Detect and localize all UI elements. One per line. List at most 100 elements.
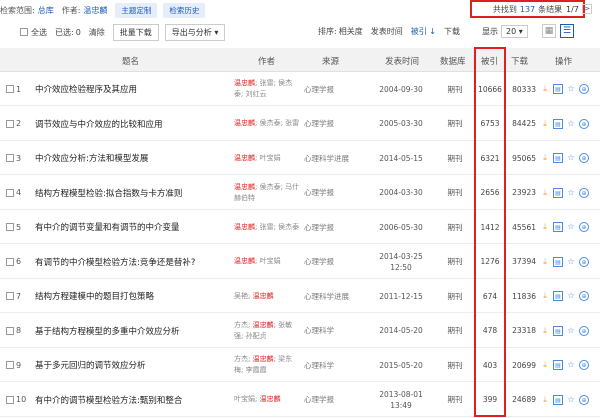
row-source-link[interactable]: 心理学报 (304, 176, 364, 210)
row-source-link[interactable]: 心理科学进展 (304, 279, 364, 313)
html-read-icon[interactable]: ▤ (553, 291, 563, 301)
author-highlight[interactable]: 温忠麟 (234, 183, 255, 191)
row-source-link[interactable]: 心理科学 (304, 314, 364, 348)
download-icon[interactable]: ⤓ (540, 326, 550, 336)
more-icon[interactable]: ⊕ (579, 256, 589, 267)
sort-cited[interactable]: 被引 ↓ (411, 26, 436, 37)
favorite-icon[interactable]: ☆ (566, 188, 576, 198)
row-cited-count[interactable]: 478 (475, 314, 505, 348)
select-all-control[interactable]: 全选 (20, 27, 55, 38)
author-highlight[interactable]: 温忠麟 (234, 257, 255, 265)
author-highlight[interactable]: 温忠麟 (234, 154, 255, 162)
more-icon[interactable]: ⊕ (579, 325, 589, 336)
search-history-button[interactable]: 检索历史 (163, 2, 206, 18)
row-cited-count[interactable]: 674 (475, 279, 505, 313)
html-read-icon[interactable]: ▤ (553, 118, 563, 129)
row-title-link[interactable]: 结构方程模型检验:拟合指数与卡方准则 (35, 176, 225, 210)
favorite-icon[interactable]: ☆ (566, 222, 576, 232)
more-icon[interactable]: ⊕ (579, 118, 589, 129)
row-title-link[interactable]: 中介效应检验程序及其应用 (35, 72, 225, 106)
author-highlight[interactable]: 温忠麟 (253, 355, 274, 363)
row-source-link[interactable]: 心理学报 (304, 383, 364, 417)
favorite-icon[interactable]: ☆ (566, 119, 576, 129)
row-cited-count[interactable]: 1412 (475, 210, 505, 244)
more-icon[interactable]: ⊕ (579, 222, 589, 232)
row-checkbox[interactable] (6, 119, 14, 128)
topic-custom-button[interactable]: 主题定制 (115, 2, 158, 18)
author-name[interactable]: 吴艳; (234, 292, 253, 300)
row-checkbox[interactable] (6, 223, 14, 231)
html-read-icon[interactable]: ▤ (553, 394, 563, 405)
row-checkbox[interactable] (6, 326, 14, 335)
author-highlight[interactable]: 温忠麟 (234, 79, 255, 87)
author-name[interactable]: 叶宝娟; (234, 395, 260, 403)
list-view-icon[interactable]: ☰ (560, 24, 574, 38)
batch-download-button[interactable]: 批量下载 (112, 23, 159, 41)
author-highlight[interactable]: 温忠麟 (260, 395, 281, 403)
author-highlight[interactable]: 温忠麟 (234, 223, 255, 231)
favorite-icon[interactable]: ☆ (566, 326, 576, 336)
row-title-link[interactable]: 基于多元回归的调节效应分析 (35, 348, 225, 382)
favorite-icon[interactable]: ☆ (566, 360, 576, 370)
row-cited-count[interactable]: 6753 (475, 107, 505, 141)
author-highlight[interactable]: 温忠麟 (234, 119, 255, 127)
row-cited-count[interactable]: 403 (475, 348, 505, 382)
row-checkbox[interactable] (6, 257, 14, 266)
row-checkbox[interactable] (6, 154, 14, 162)
sort-download[interactable]: 下载 (444, 26, 460, 37)
favorite-icon[interactable]: ☆ (566, 395, 576, 405)
author-highlight[interactable]: 温忠麟 (253, 321, 274, 329)
row-checkbox[interactable] (6, 292, 14, 300)
favorite-icon[interactable]: ☆ (566, 153, 576, 163)
download-icon[interactable]: ⤓ (540, 291, 550, 301)
row-title-link[interactable]: 有调节的中介模型检验方法:竞争还是替补? (35, 245, 225, 279)
next-page-icon[interactable]: > (581, 4, 592, 14)
scope-value[interactable]: 总库 (38, 5, 54, 16)
row-cited-count[interactable]: 6321 (475, 141, 505, 175)
more-icon[interactable]: ⊕ (579, 187, 589, 198)
row-source-link[interactable]: 心理科学 (304, 348, 364, 382)
row-source-link[interactable]: 心理学报 (304, 107, 364, 141)
row-cited-count[interactable]: 10666 (475, 72, 505, 106)
row-title-link[interactable]: 有中介的调节模型检验方法:甄别和整合 (35, 383, 225, 417)
favorite-icon[interactable]: ☆ (566, 257, 576, 267)
download-icon[interactable]: ⤓ (540, 153, 550, 163)
row-source-link[interactable]: 心理学报 (304, 245, 364, 279)
html-read-icon[interactable]: ▤ (553, 222, 563, 232)
row-title-link[interactable]: 中介效应分析:方法和模型发展 (35, 141, 225, 175)
html-read-icon[interactable]: ▤ (553, 256, 563, 267)
page-size-select[interactable]: 20 ▾ (501, 25, 528, 38)
more-icon[interactable]: ⊕ (579, 84, 589, 94)
html-read-icon[interactable]: ▤ (553, 84, 563, 94)
html-read-icon[interactable]: ▤ (553, 325, 563, 336)
author-name[interactable]: 方杰; (234, 321, 253, 329)
favorite-icon[interactable]: ☆ (566, 291, 576, 301)
export-analyze-dropdown[interactable]: 导出与分析 ▾ (164, 23, 226, 41)
sort-date[interactable]: 发表时间 (371, 26, 403, 37)
row-checkbox[interactable] (6, 395, 14, 404)
download-icon[interactable]: ⤓ (540, 257, 550, 267)
row-cited-count[interactable]: 1276 (475, 245, 505, 279)
clear-selection-link[interactable]: 清除 (89, 27, 105, 38)
sort-relevance[interactable]: 相关度 (339, 26, 363, 37)
download-icon[interactable]: ⤓ (540, 188, 550, 198)
row-title-link[interactable]: 调节效应与中介效应的比较和应用 (35, 107, 225, 141)
more-icon[interactable]: ⊕ (579, 153, 589, 163)
row-title-link[interactable]: 有中介的调节变量和有调节的中介变量 (35, 210, 225, 244)
more-icon[interactable]: ⊕ (579, 291, 589, 301)
html-read-icon[interactable]: ▤ (553, 187, 563, 198)
html-read-icon[interactable]: ▤ (553, 153, 563, 163)
row-cited-count[interactable]: 2656 (475, 176, 505, 210)
download-icon[interactable]: ⤓ (540, 222, 550, 232)
author-name[interactable]: ; 叶宝娟 (255, 257, 281, 265)
author-name[interactable]: ; 张雷; 侯杰泰 (255, 223, 299, 231)
grid-view-icon[interactable]: ▦ (542, 24, 556, 38)
author-name[interactable]: ; 侯杰泰; 张雷 (255, 119, 299, 127)
download-icon[interactable]: ⤓ (540, 119, 550, 129)
row-source-link[interactable]: 心理学报 (304, 210, 364, 244)
download-icon[interactable]: ⤓ (540, 395, 550, 405)
more-icon[interactable]: ⊕ (579, 394, 589, 405)
author-name[interactable]: ; 叶宝娟 (255, 154, 281, 162)
more-icon[interactable]: ⊕ (579, 360, 589, 370)
select-all-checkbox[interactable] (20, 28, 28, 36)
